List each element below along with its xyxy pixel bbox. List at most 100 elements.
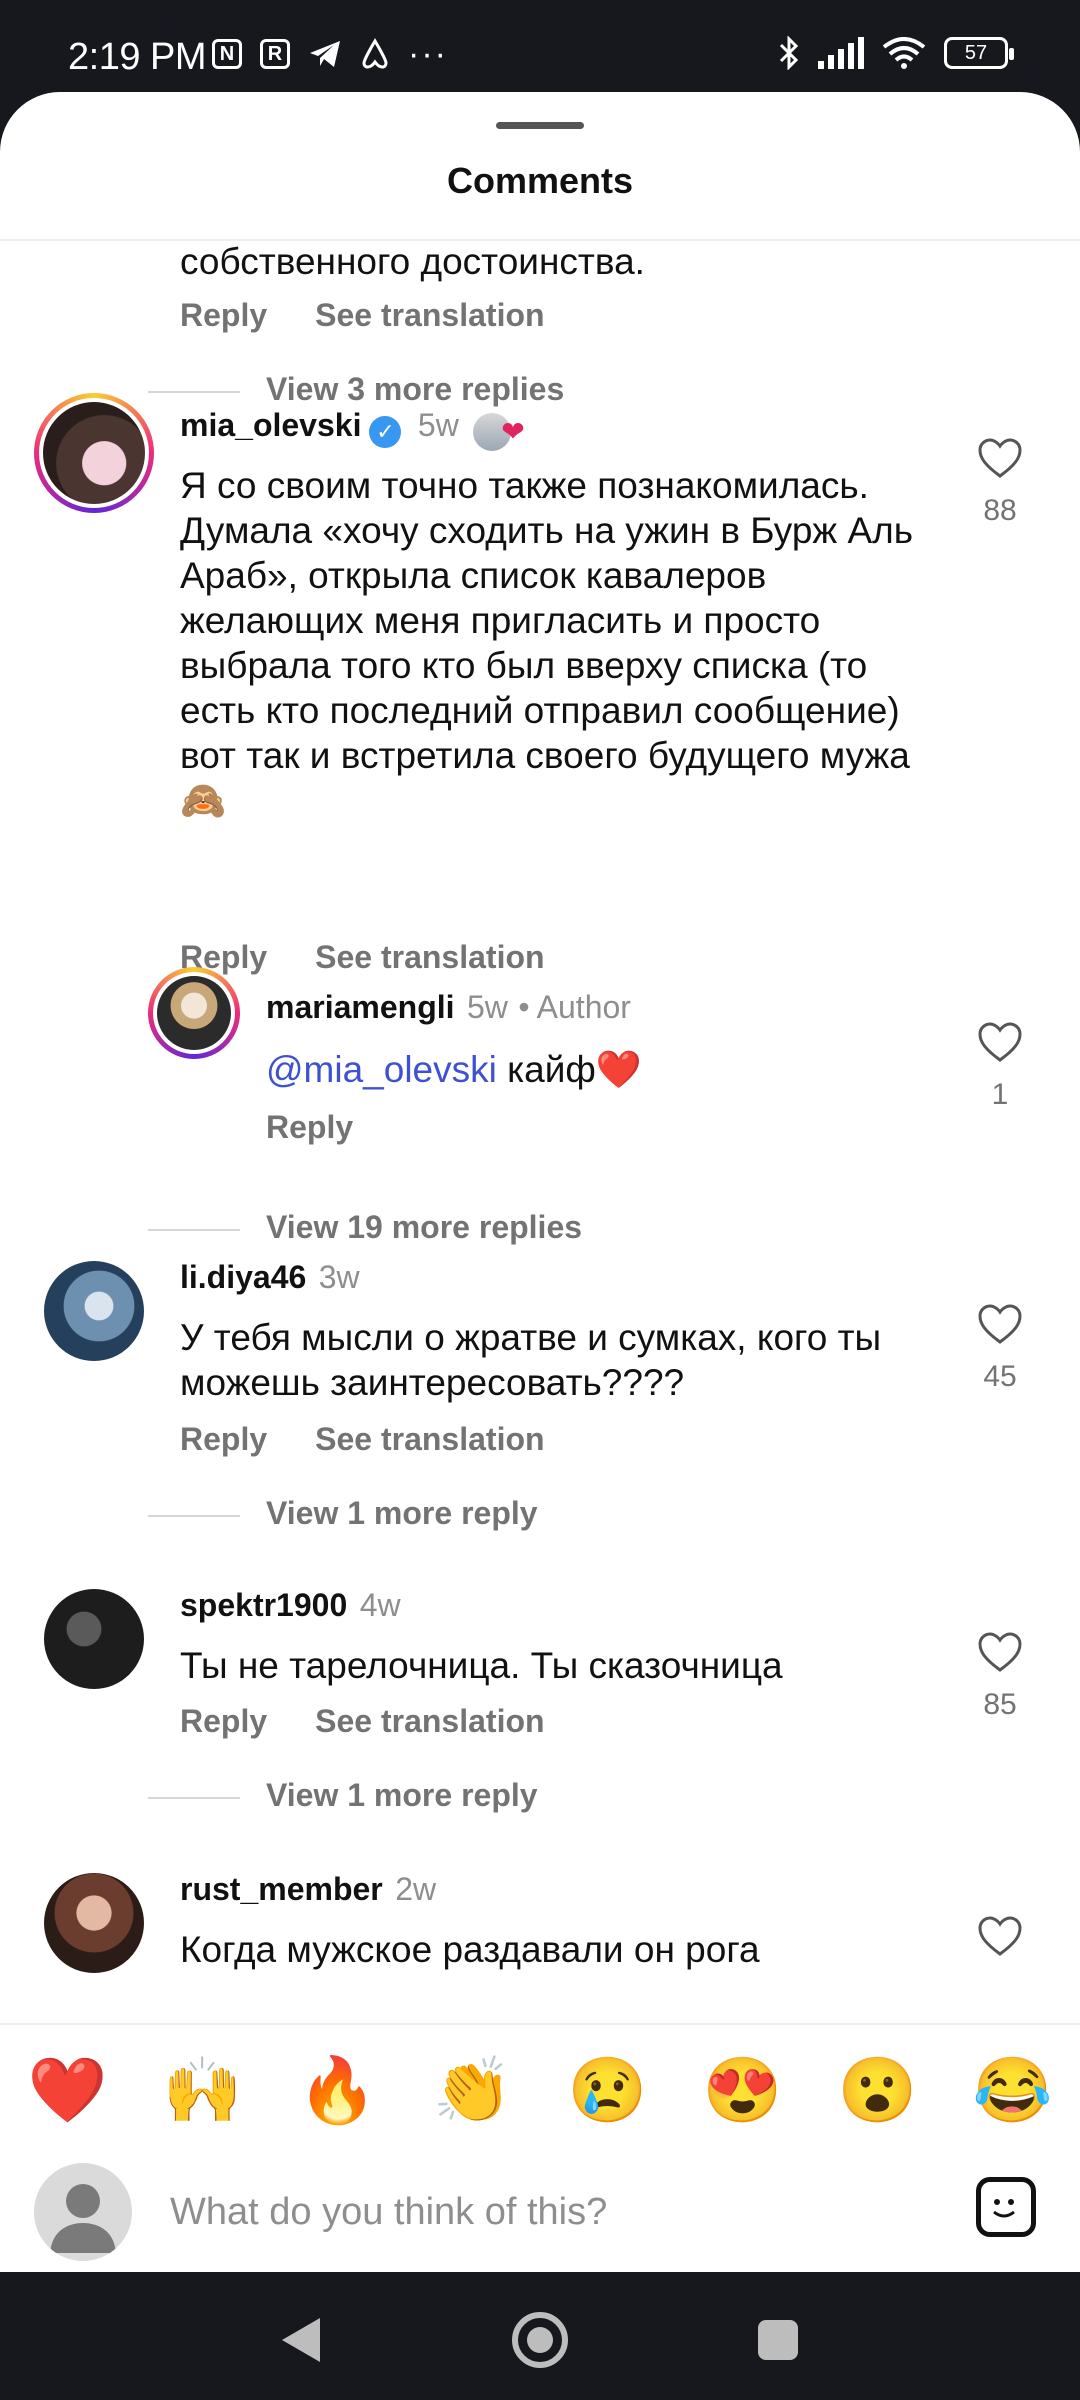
comment-actions: Reply See translation [180, 1421, 593, 1458]
back-icon[interactable] [282, 2318, 320, 2362]
like-column: 85 [970, 1631, 1030, 1722]
comment-header: rust_member 2w [180, 1871, 436, 1908]
avatar[interactable] [34, 393, 154, 513]
sheet-title: Comments [446, 160, 634, 201]
home-icon[interactable] [512, 2312, 568, 2368]
like-column: 1 [970, 1021, 1030, 1112]
recent-apps-icon[interactable] [758, 2320, 798, 2360]
reply-button[interactable]: Reply [180, 1421, 267, 1457]
drag-handle[interactable] [496, 122, 584, 129]
comment-actions: Reply See translation [180, 297, 593, 334]
comment-time: 4w [359, 1587, 401, 1623]
comment-time: 5w [466, 989, 508, 1025]
view-more-replies[interactable]: View 1 more reply [148, 1777, 538, 1814]
user-avatar[interactable] [34, 2163, 132, 2261]
signal-icon [818, 37, 864, 69]
reply-text: @mia_olevski кайф❤️ [266, 1047, 642, 1092]
like-column [970, 1915, 1030, 1962]
sticker-icon[interactable] [976, 2177, 1036, 2237]
emoji-bar: ❤️ 🙌 🔥 👏 😢 😍 😮 😂 [0, 2023, 1080, 2155]
username[interactable]: li.diya46 [180, 1259, 306, 1295]
username[interactable]: spektr1900 [180, 1587, 347, 1623]
view-more-replies[interactable]: View 1 more reply [148, 1495, 538, 1532]
wifi-icon [882, 37, 926, 69]
comment-time: 2w [395, 1871, 437, 1907]
see-translation-button[interactable]: See translation [315, 1703, 544, 1739]
like-heart-icon[interactable] [977, 1021, 1023, 1063]
like-count: 88 [983, 494, 1017, 527]
like-column: 45 [970, 1303, 1030, 1394]
reply-actions: Reply [266, 1109, 401, 1146]
emoji-heart-eyes[interactable]: 😍 [703, 2053, 783, 2128]
avatar[interactable] [44, 1589, 144, 1689]
comment-input[interactable]: What do you think of this? [170, 2191, 607, 2234]
like-heart-icon[interactable] [977, 1631, 1023, 1673]
view-more-label: View 1 more reply [266, 1777, 538, 1813]
emoji-crying[interactable]: 😢 [568, 2053, 648, 2128]
telegram-icon [310, 41, 340, 67]
more-dots-icon: ··· [408, 35, 448, 73]
system-icons: 57 [778, 36, 1014, 70]
comment-time: 3w [318, 1259, 360, 1295]
emoji-raised-hands[interactable]: 🙌 [163, 2053, 243, 2128]
comment-header: li.diya46 3w [180, 1259, 360, 1296]
emoji-clap[interactable]: 👏 [433, 2053, 513, 2128]
see-translation-button[interactable]: See translation [315, 297, 544, 333]
emoji-fire[interactable]: 🔥 [298, 2053, 378, 2128]
avatar[interactable] [44, 1261, 144, 1361]
view-more-replies[interactable]: View 19 more replies [148, 1209, 582, 1246]
author-tag: • Author [518, 989, 631, 1025]
notification-icons: N R ··· [212, 35, 448, 73]
avatar[interactable] [44, 1873, 144, 1973]
mention-link[interactable]: @mia_olevski [266, 1049, 497, 1090]
bluetooth-icon [779, 36, 799, 70]
like-heart-icon[interactable] [977, 1303, 1023, 1345]
reply-body: кайф❤️ [496, 1049, 642, 1090]
divider-line [148, 1228, 240, 1231]
emoji-heart[interactable]: ❤️ [28, 2053, 108, 2128]
verified-badge-icon: ✓ [369, 415, 402, 448]
username[interactable]: mia_olevski [180, 407, 361, 443]
like-heart-icon[interactable] [977, 1915, 1023, 1957]
like-count: 45 [983, 1360, 1017, 1393]
like-count: 85 [983, 1688, 1017, 1721]
airbnb-icon [362, 38, 388, 69]
emoji-surprised[interactable]: 😮 [838, 2053, 918, 2128]
username[interactable]: mariamengli [266, 989, 455, 1025]
battery-icon: 57 [944, 37, 1014, 69]
comment-text: Я со своим точно также познакомилась. Ду… [180, 465, 913, 821]
comments-list[interactable]: собственного достоинства. Reply See trans… [0, 241, 1080, 2111]
default-avatar-icon [50, 2184, 116, 2253]
username[interactable]: rust_member [180, 1871, 383, 1907]
comment-time: 5w [417, 407, 459, 443]
comment-text: Когда мужское раздавали он рога [180, 1929, 760, 1970]
reply-button[interactable]: Reply [180, 1703, 267, 1739]
avatar[interactable] [148, 967, 240, 1059]
divider-line [148, 390, 240, 393]
emoji-laughing[interactable]: 😂 [973, 2053, 1053, 2128]
comment-text: У тебя мысли о жратве и сумках, кого ты … [180, 1317, 882, 1403]
r-badge-icon: R [260, 39, 290, 69]
divider-line [148, 1796, 240, 1799]
view-more-label: View 19 more replies [266, 1209, 583, 1245]
view-more-label: View 1 more reply [266, 1495, 538, 1531]
see-translation-button[interactable]: See translation [315, 939, 544, 975]
n-badge-icon: N [212, 39, 242, 69]
like-count: 1 [991, 1078, 1009, 1111]
see-translation-button[interactable]: See translation [315, 1421, 544, 1457]
status-time: 2:19 PM [68, 36, 207, 78]
reply-button[interactable]: Reply [180, 297, 267, 333]
view-more-label: View 3 more replies [266, 371, 565, 407]
comment-text: Ты не тарелочница. Ты сказочница [180, 1645, 783, 1686]
like-heart-icon[interactable] [977, 437, 1023, 479]
reply-button[interactable]: Reply [266, 1109, 353, 1145]
divider-line [148, 1514, 240, 1517]
heart-icon: ❤ [501, 416, 525, 448]
reply-header: mariamengli 5w • Author [266, 989, 631, 1026]
comment-header: mia_olevski ✓ 5w ❤ [180, 407, 525, 451]
like-column: 88 [970, 437, 1030, 528]
comment-actions: Reply See translation [180, 939, 593, 976]
view-more-replies[interactable]: View 3 more replies [148, 371, 564, 408]
comments-sheet: Comments собственного достоинства. Reply… [0, 92, 1080, 2272]
comment-input-bar: What do you think of this? [0, 2153, 1080, 2271]
